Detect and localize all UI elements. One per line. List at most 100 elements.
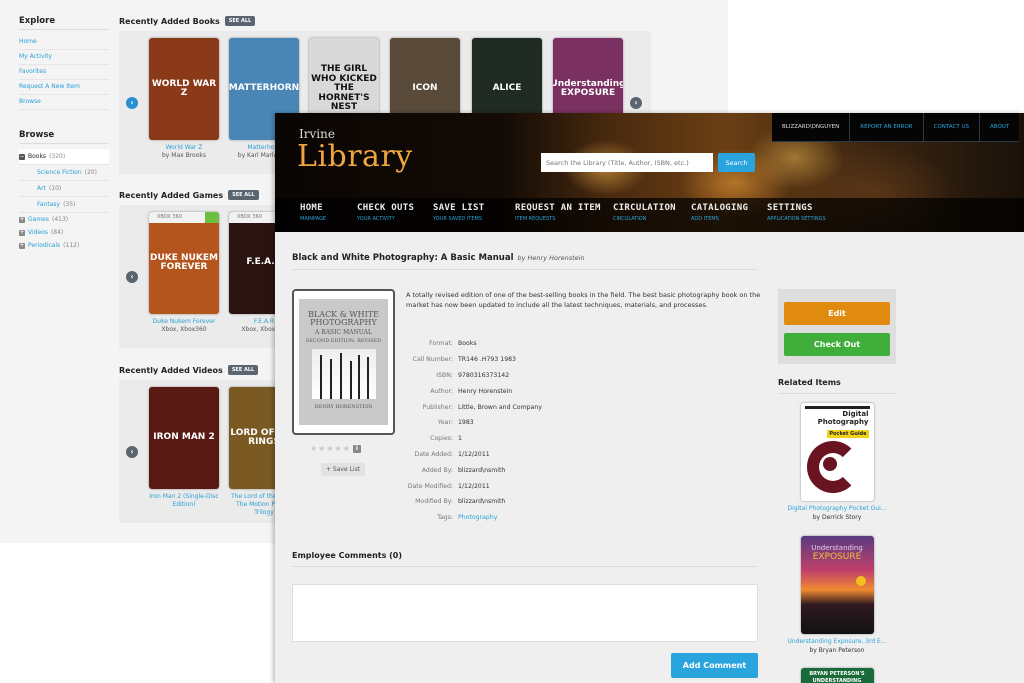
browse-category-periodicals[interactable]: + Periodicals (112) <box>19 239 109 252</box>
contact-us-link[interactable]: CONTACT US <box>922 113 979 141</box>
nav-cataloging[interactable]: CATALOGING ADD ITEMS <box>691 198 767 232</box>
see-all-books-button[interactable]: SEE ALL <box>224 16 256 26</box>
carousel-prev-icon[interactable]: ‹ <box>126 271 138 283</box>
category-count: (112) <box>63 242 80 249</box>
metadata-row: Publisher: Little, Brown and Company <box>406 399 542 415</box>
item-description: A totally revised edition of one of the … <box>406 291 761 310</box>
metadata-row: Call Number: TR146 .H793 1983 <box>406 352 542 368</box>
collapse-icon[interactable]: − <box>19 153 25 160</box>
comment-textarea[interactable] <box>292 584 758 642</box>
sidebar-link-favorites[interactable]: Favorites <box>19 65 109 80</box>
related-item[interactable]: BRYAN PETERSON'S UNDERSTANDING <box>778 668 896 683</box>
expand-icon[interactable]: + <box>19 242 25 249</box>
nav-save-list[interactable]: SAVE LIST YOUR SAVED ITEMS <box>433 198 515 232</box>
shelf-title-text: Recently Added Videos <box>119 365 223 375</box>
tag-link[interactable]: Photography <box>458 514 497 521</box>
star-icon[interactable]: ★ <box>343 444 350 453</box>
item-cover-image: BLACK & WHITE PHOTOGRAPHY A BASIC MANUAL… <box>292 289 395 435</box>
check-out-button[interactable]: Check Out <box>784 333 890 356</box>
report-error-link[interactable]: REPORT AN ERROR <box>849 113 922 141</box>
platform-badge: XBOX 360 <box>149 212 219 223</box>
shelf-item[interactable]: WORLD WAR Z World War Zby Max Brooks <box>149 38 219 160</box>
item-subtitle: by Max Brooks <box>162 151 206 159</box>
cover-photo-trees <box>311 349 376 400</box>
nav-check-outs[interactable]: CHECK OUTS YOUR ACTIVITY <box>357 198 433 232</box>
nav-sublabel: YOUR SAVED ITEMS <box>433 216 483 222</box>
browse-category-videos[interactable]: + Videos (84) <box>19 226 109 239</box>
browse-subcategory-art[interactable]: Art (10) <box>19 181 109 197</box>
item-title-link[interactable]: World War Z <box>149 144 219 152</box>
related-item[interactable]: Understanding EXPOSURE Understanding Exp… <box>778 536 896 654</box>
nav-sublabel: MAINPAGE <box>300 216 327 222</box>
star-icon[interactable]: ★ <box>326 444 333 453</box>
about-link[interactable]: ABOUT <box>979 113 1019 141</box>
star-icon[interactable]: ★ <box>310 444 317 453</box>
browse-subcategory-fantasy[interactable]: Fantasy (35) <box>19 197 109 213</box>
item-cover[interactable]: IRON MAN 2 <box>149 387 219 489</box>
sidebar-link-home[interactable]: Home <box>19 35 109 50</box>
browse-category-games[interactable]: + Games (413) <box>19 213 109 226</box>
expand-icon[interactable]: + <box>19 229 25 236</box>
browse-category-books[interactable]: − Books (320) <box>19 149 109 165</box>
item-cover[interactable]: WORLD WAR Z <box>149 38 219 140</box>
info-icon[interactable]: i <box>352 444 361 453</box>
related-item-title[interactable]: Digital Photography Pocket Gui... <box>778 505 896 512</box>
cover-text: WORLD WAR Z <box>151 78 217 98</box>
sidebar: Explore Home My Activity Favorites Reque… <box>19 16 109 252</box>
sidebar-link-browse[interactable]: Browse <box>19 95 109 110</box>
edit-button[interactable]: Edit <box>784 302 890 325</box>
metadata-value: blizzard\nsmith <box>458 498 506 506</box>
see-all-videos-button[interactable]: SEE ALL <box>227 365 259 375</box>
metadata-value: Books <box>458 340 477 348</box>
related-item[interactable]: Digital Photography Pocket Guide Digital … <box>778 403 896 521</box>
related-item-cover[interactable]: Understanding EXPOSURE <box>800 536 874 634</box>
related-item-cover[interactable]: BRYAN PETERSON'S UNDERSTANDING <box>800 668 874 683</box>
search-input[interactable] <box>541 153 713 172</box>
search-button[interactable]: Search <box>718 153 755 172</box>
category-label: Science Fiction <box>37 169 82 176</box>
nav-circulation[interactable]: CIRCULATION CIRCULATION <box>613 198 691 232</box>
nav-home[interactable]: HOME MAINPAGE <box>300 198 357 232</box>
divider <box>778 393 896 394</box>
cover-text: Understanding EXPOSURE <box>553 78 623 98</box>
metadata-row: Format: Books <box>406 336 542 352</box>
see-all-games-button[interactable]: SEE ALL <box>228 190 259 200</box>
brand-library-logo[interactable]: Library <box>297 139 413 174</box>
carousel-prev-icon[interactable]: ‹ <box>126 97 138 109</box>
books-shelf-title: Recently Added Books SEE ALL <box>119 16 256 26</box>
expand-icon[interactable]: + <box>19 216 25 223</box>
carousel-next-icon[interactable]: › <box>630 97 642 109</box>
sidebar-link-my-activity[interactable]: My Activity <box>19 50 109 65</box>
nav-request-item[interactable]: REQUEST AN ITEM ITEM REQUESTS <box>515 198 613 232</box>
metadata-row: Date Modified: 1/12/2011 <box>406 478 542 494</box>
cover-text: ALICE <box>492 83 522 94</box>
cover-title: BLACK & WHITE PHOTOGRAPHY <box>308 310 379 328</box>
metadata-label: ISBN: <box>436 371 453 379</box>
star-icon[interactable]: ★ <box>318 444 325 453</box>
shelf-item[interactable]: IRON MAN 2 Iron Man 2 (Single-Disc Editio… <box>149 387 219 509</box>
metadata-row: ISBN: 9780316373142 <box>406 368 542 384</box>
item-title-link[interactable]: Duke Nukem Forever <box>149 318 219 326</box>
metadata-label: Publisher: <box>422 403 453 411</box>
add-comment-button[interactable]: Add Comment <box>671 653 758 678</box>
metadata-label: Year: <box>437 419 453 427</box>
carousel-prev-icon[interactable]: ‹ <box>126 446 138 458</box>
metadata-label: Call Number: <box>412 356 453 364</box>
rating-stars[interactable]: ★ ★ ★ ★ ★ i <box>310 444 361 453</box>
browse-subcategory-science-fiction[interactable]: Science Fiction (20) <box>19 165 109 181</box>
sidebar-link-request-item[interactable]: Request A New Item <box>19 80 109 95</box>
user-account-link[interactable]: BLIZZARD\DNGUYEN <box>772 113 849 141</box>
related-item-cover[interactable]: Digital Photography Pocket Guide <box>800 403 874 501</box>
nav-settings[interactable]: SETTINGS APPLICATION SETTINGS <box>767 198 857 232</box>
cover-author: HENRY HORENSTEIN <box>314 404 373 411</box>
save-list-button[interactable]: + Save List <box>321 463 366 476</box>
games-shelf-title: Recently Added Games SEE ALL <box>119 190 259 200</box>
cover-text: MATTERHORN <box>229 83 299 94</box>
item-cover[interactable]: XBOX 360 DUKE NUKEM FOREVER <box>149 212 219 314</box>
related-item-title[interactable]: Understanding Exposure, 3rd E... <box>778 638 896 645</box>
star-icon[interactable]: ★ <box>335 444 342 453</box>
category-count: (413) <box>52 216 69 223</box>
divider <box>292 269 758 270</box>
shelf-item[interactable]: XBOX 360 DUKE NUKEM FOREVER Duke Nukem For… <box>149 212 219 334</box>
item-title-link[interactable]: Iron Man 2 (Single-Disc Edition) <box>149 493 219 509</box>
